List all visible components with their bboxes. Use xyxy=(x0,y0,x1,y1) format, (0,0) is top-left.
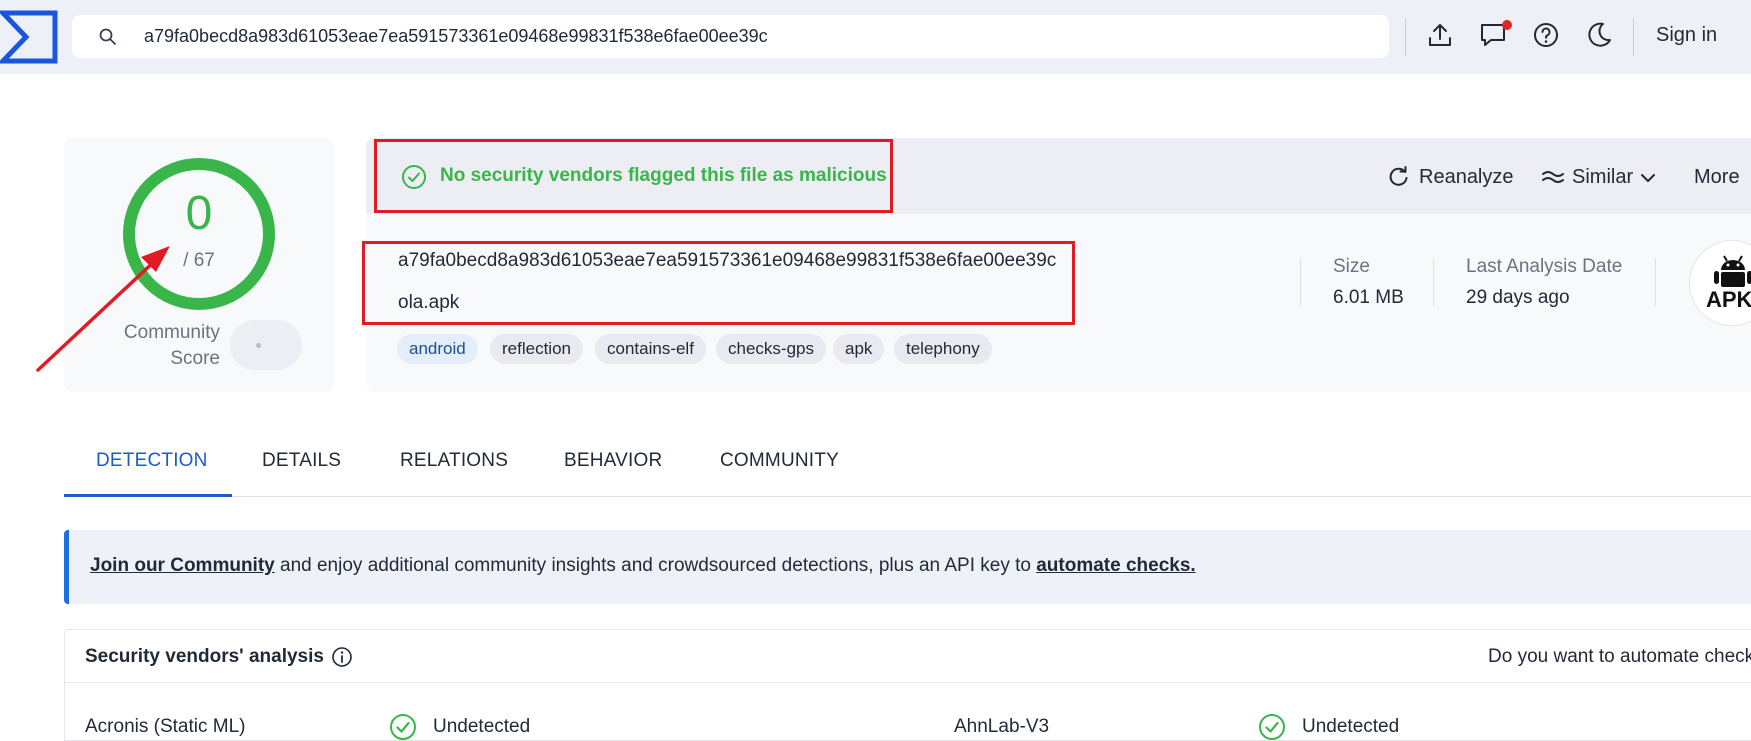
similar-button[interactable]: Similar xyxy=(1572,166,1633,189)
check-circle-icon xyxy=(1259,714,1285,740)
tab-community[interactable]: COMMUNITY xyxy=(720,450,839,472)
search-input[interactable] xyxy=(144,15,1364,58)
help-icon[interactable] xyxy=(1531,20,1561,50)
vendor-result: Undetected xyxy=(433,716,531,737)
moon-icon[interactable] xyxy=(1584,20,1614,50)
size-label: Size xyxy=(1333,256,1370,277)
tag-android[interactable]: android xyxy=(397,334,478,364)
search-bar xyxy=(72,15,1389,58)
vote-dot xyxy=(256,343,261,348)
annotation-arrow xyxy=(36,246,170,372)
tag-apk[interactable]: apk xyxy=(833,334,885,364)
vendor-name: Acronis (Static ML) xyxy=(85,716,246,737)
vendor-name: AhnLab-V3 xyxy=(954,716,1050,737)
meta-divider xyxy=(1433,258,1434,306)
meta-divider xyxy=(1655,258,1656,306)
automate-prompt: Do you want to automate checks xyxy=(1488,646,1751,667)
tag-telephony[interactable]: telephony xyxy=(894,334,992,364)
join-community-link[interactable]: Join our Community xyxy=(90,555,275,576)
banner-text: Join our Community and enjoy additional … xyxy=(90,555,1196,577)
meta-divider xyxy=(1300,258,1301,306)
reanalyze-button[interactable]: Reanalyze xyxy=(1419,166,1514,189)
info-icon[interactable] xyxy=(331,646,353,668)
annotation-box-file xyxy=(362,241,1075,325)
last-analysis-label: Last Analysis Date xyxy=(1466,256,1623,277)
android-icon xyxy=(1714,255,1751,287)
tab-relations[interactable]: RELATIONS xyxy=(400,450,508,472)
tag-checks-gps[interactable]: checks-gps xyxy=(716,334,826,364)
vendor-result: Undetected xyxy=(1302,716,1400,737)
tab-behavior[interactable]: BEHAVIOR xyxy=(564,450,662,472)
automate-checks-link[interactable]: automate checks. xyxy=(1036,555,1195,576)
tab-details[interactable]: DETAILS xyxy=(262,450,341,472)
upload-icon[interactable] xyxy=(1425,20,1455,50)
tag-reflection[interactable]: reflection xyxy=(490,334,583,364)
tab-divider xyxy=(64,496,1751,497)
file-type-label: APK xyxy=(1706,287,1751,312)
notification-dot xyxy=(1502,20,1512,30)
sign-in-link[interactable]: Sign in xyxy=(1656,24,1717,47)
more-button[interactable]: More xyxy=(1694,166,1740,189)
check-circle-icon xyxy=(390,714,416,740)
active-tab-indicator xyxy=(64,494,232,497)
similar-icon[interactable] xyxy=(1542,166,1564,188)
size-value: 6.01 MB xyxy=(1333,287,1404,308)
toolbar-divider xyxy=(1633,18,1634,56)
banner-middle-text: and enjoy additional community insights … xyxy=(274,555,1037,576)
annotation-box-verdict xyxy=(374,139,893,213)
tab-detection[interactable]: DETECTION xyxy=(96,450,208,472)
reanalyze-icon[interactable] xyxy=(1388,166,1410,188)
toolbar-divider xyxy=(1405,18,1406,56)
chevron-down-icon[interactable] xyxy=(1638,168,1658,188)
tag-contains-elf[interactable]: contains-elf xyxy=(595,334,706,364)
vendors-title: Security vendors' analysis xyxy=(85,646,324,667)
last-analysis-value: 29 days ago xyxy=(1466,287,1570,308)
vendors-divider xyxy=(64,682,1751,683)
community-vote-toggle[interactable] xyxy=(230,320,302,370)
